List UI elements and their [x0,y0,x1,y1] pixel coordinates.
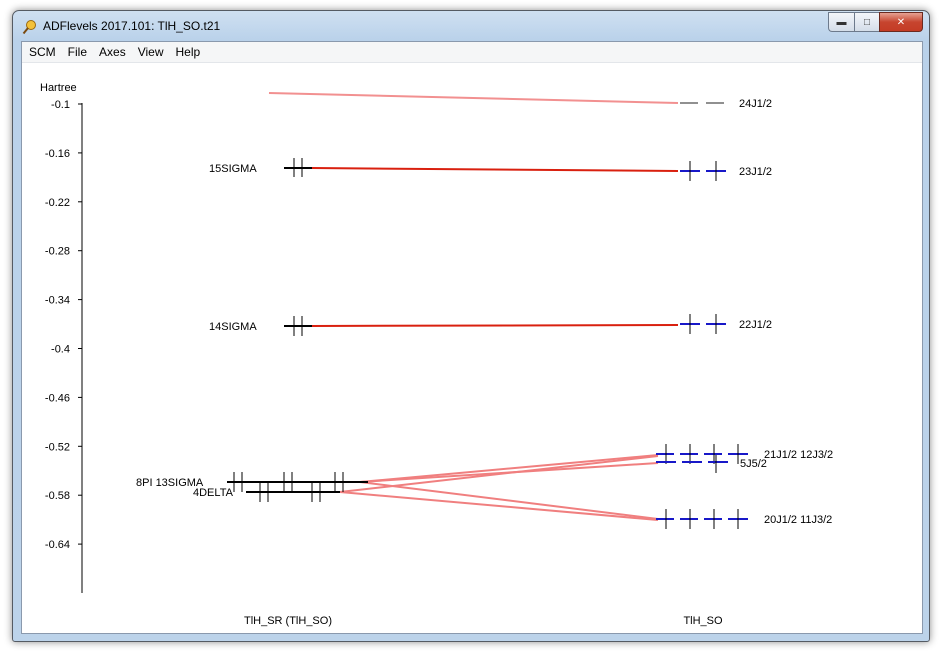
column-label-right: TlH_SO [683,615,723,627]
menu-file[interactable]: File [62,42,93,62]
level-label: 5J5/2 [740,458,767,470]
level-label: 22J1/2 [739,319,772,331]
y-axis-ticks: -0.1 -0.16 -0.22 -0.28 -0.34 -0.4 -0.46 -0.52 -0… [45,99,82,551]
close-icon: ✕ [896,16,906,28]
correlation-line [339,455,659,493]
correlation-line [359,454,659,483]
correlation-line [339,491,659,521]
maximize-icon: □ [863,16,871,28]
correlation-line [311,167,679,172]
y-axis-tick-label: -0.28 [45,246,70,258]
sr-level-15sigma[interactable]: 15SIGMA [209,158,312,177]
minimize-button[interactable]: ▬ [828,12,854,32]
adf-app-icon [22,20,36,35]
close-button[interactable]: ✕ [879,12,923,32]
sr-level-4delta[interactable]: 4DELTA [193,483,340,502]
sr-level-8pi-13sigma[interactable]: 8PI 13SIGMA [136,472,368,492]
y-axis-tick-label: -0.58 [45,490,70,502]
menu-help[interactable]: Help [170,42,207,62]
y-axis-tick-label: -0.4 [51,344,70,356]
correlation-line [311,324,679,327]
level-label: 24J1/2 [739,98,772,110]
level-label: 15SIGMA [209,163,257,175]
y-axis-tick-label: -0.46 [45,392,70,404]
y-axis-tick-label: -0.22 [45,197,70,209]
so-level-24j[interactable]: 24J1/2 [680,98,772,110]
so-level-5j[interactable]: 5J5/2 [656,455,767,473]
y-axis-tick-label: -0.1 [51,99,70,111]
menu-bar: SCM File Axes View Help [22,42,922,63]
minimize-icon: ▬ [836,16,847,28]
y-axis-tick-label: -0.16 [45,148,70,160]
so-level-20j-11j[interactable]: 20J1/2 11J3/2 [656,509,832,529]
column-label-left: TlH_SR (TlH_SO) [244,615,332,627]
level-label: 21J1/2 12J3/2 [764,449,833,461]
menu-scm[interactable]: SCM [22,42,62,62]
y-axis-tick-label: -0.52 [45,441,70,453]
level-label: 4DELTA [193,487,234,499]
sr-level-14sigma[interactable]: 14SIGMA [209,316,312,336]
title-bar[interactable]: ADFlevels 2017.101: TlH_SO.t21 ▬ □ ✕ [13,11,929,41]
maximize-button[interactable]: □ [854,12,879,32]
window-title: ADFlevels 2017.101: TlH_SO.t21 [43,19,221,33]
y-axis-unit: Hartree [40,82,77,94]
level-label: 14SIGMA [209,321,257,333]
correlation-line [359,481,659,520]
level-label: 20J1/2 11J3/2 [764,514,832,526]
y-axis-tick-label: -0.64 [45,539,70,551]
app-window: ADFlevels 2017.101: TlH_SO.t21 ▬ □ ✕ SCM… [12,10,930,642]
so-level-23j[interactable]: 23J1/2 [680,161,772,181]
menu-axes[interactable]: Axes [93,42,132,62]
so-level-22j[interactable]: 22J1/2 [680,314,772,334]
client-area: SCM File Axes View Help Hartree -0.1 -0.1… [21,41,923,634]
level-label: 23J1/2 [739,166,772,178]
y-axis-tick-label: -0.34 [45,295,70,307]
menu-view[interactable]: View [132,42,170,62]
energy-level-diagram[interactable]: Hartree -0.1 -0.16 -0.22 -0.28 -0.34 -0.4 -0.4… [22,63,922,633]
correlation-line [268,92,679,104]
